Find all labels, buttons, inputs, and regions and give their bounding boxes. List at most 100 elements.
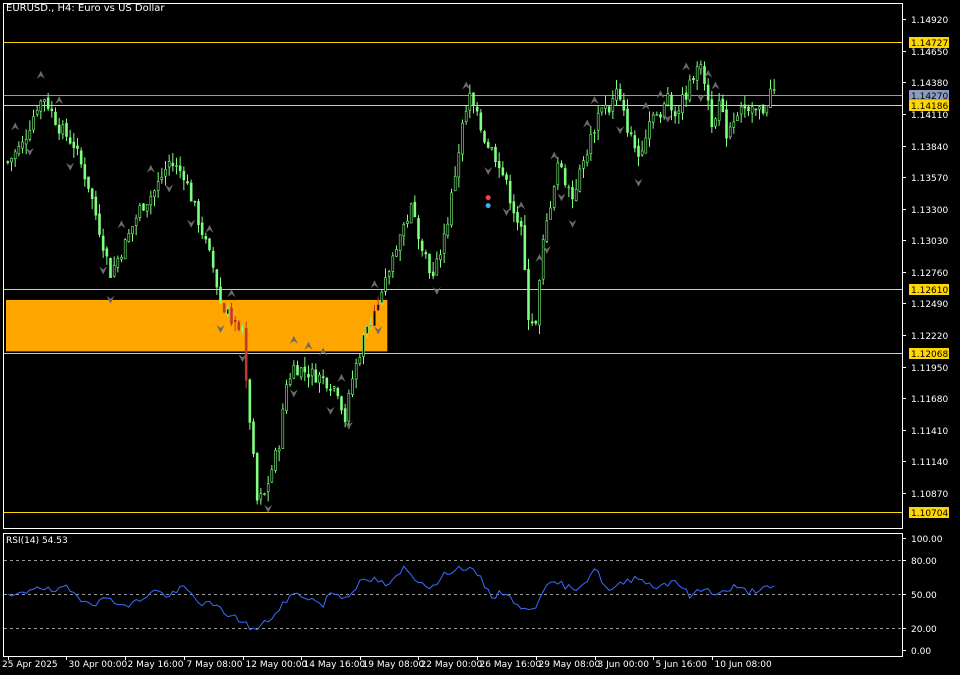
fractal-up-arrow-icon	[517, 201, 526, 210]
candle-body	[145, 204, 149, 212]
fractal-up-arrow-icon	[11, 122, 20, 131]
candle-body	[640, 150, 644, 156]
arrow-layer	[11, 62, 720, 513]
candle-body	[369, 325, 373, 327]
candle-body	[186, 181, 189, 184]
candle-body	[417, 218, 420, 240]
fractal-up-arrow-icon	[227, 289, 236, 298]
candle-body	[439, 254, 442, 260]
candle-body	[109, 258, 112, 278]
supply-demand-zone	[6, 299, 388, 352]
candle-body	[105, 248, 109, 257]
price-tick-label: 1.12490	[911, 300, 948, 310]
candle-body	[39, 100, 43, 112]
fractal-down-arrow-icon	[432, 286, 441, 295]
candle-body	[50, 108, 54, 112]
candle-body	[505, 174, 508, 180]
candle-body	[611, 98, 615, 112]
candle-body	[83, 164, 87, 180]
candle-body	[376, 304, 380, 311]
candle-body	[673, 111, 677, 117]
candle-body	[560, 163, 563, 168]
candle-body	[534, 320, 538, 324]
candle-body	[362, 334, 365, 357]
candle-body	[651, 114, 655, 123]
rsi-layer	[4, 560, 902, 631]
time-tick-label: 12 May 00:00	[246, 660, 308, 670]
candle-body	[79, 150, 83, 165]
candle-body	[395, 249, 398, 257]
candle-body	[35, 110, 39, 115]
candle-body	[380, 291, 384, 304]
candle-body	[772, 89, 776, 91]
candle-body	[692, 77, 695, 81]
candle-body	[563, 168, 567, 186]
candle-body	[684, 92, 688, 100]
candle-body	[149, 196, 153, 206]
trade-marker-icon[interactable]	[485, 195, 491, 209]
candle-body	[373, 310, 376, 326]
price-tick-label: 1.13030	[911, 237, 948, 247]
candle-body	[512, 201, 516, 214]
candle-body	[13, 151, 17, 160]
fractal-down-arrow-icon	[326, 406, 335, 415]
candle-body	[681, 94, 684, 114]
candle-body	[61, 124, 65, 135]
fractal-down-arrow-icon	[502, 208, 511, 217]
candle-body	[622, 99, 626, 111]
candle-body	[76, 145, 79, 149]
candle-body	[244, 327, 248, 381]
candle-body	[292, 365, 296, 379]
candle-body	[725, 109, 728, 139]
candle-body	[123, 239, 127, 260]
price-axis: 1.14920 1.14650 1.14380 1.14110 1.13840 1.135…	[902, 16, 948, 500]
chart-title: EURUSD., H4: Euro vs US Dollar	[6, 3, 165, 14]
time-tick-label: 10 Jun 08:00	[715, 660, 772, 670]
candle-body	[90, 188, 94, 200]
candle-body	[593, 132, 596, 134]
candle-body	[519, 221, 523, 227]
candle-body	[182, 170, 186, 181]
candle-body	[413, 201, 417, 218]
candle-body	[677, 110, 681, 114]
time-tick-label: 5 Jun 16:00	[656, 660, 708, 670]
candle-body	[600, 107, 604, 113]
candle-body	[358, 357, 362, 364]
candle-body	[501, 167, 505, 176]
candle-body	[28, 130, 32, 140]
candle-body	[365, 326, 369, 334]
candle-body	[248, 379, 252, 423]
main-chart[interactable]: 1.14920 1.14650 1.14380 1.14110 1.13840 1.135…	[0, 0, 960, 675]
candle-body	[538, 280, 541, 326]
candle-body	[200, 222, 204, 236]
candle-body	[384, 277, 387, 292]
candle-body	[618, 89, 622, 100]
candle-body	[472, 92, 475, 106]
candle-body	[252, 421, 255, 454]
candle-body	[299, 367, 303, 378]
candle-body	[112, 264, 116, 277]
candle-body	[98, 213, 101, 235]
candle-body	[688, 79, 692, 101]
candle-body	[197, 201, 200, 226]
candle-body	[175, 165, 178, 167]
candle-body	[120, 256, 123, 260]
candle-body	[171, 162, 175, 166]
candle-body	[571, 187, 574, 200]
level-tag-label-2: 1.14186	[911, 102, 948, 112]
candle-body	[343, 408, 347, 423]
candle-body	[72, 141, 76, 148]
rsi-axis: 100.00 80.00 50.00 20.00 0.00	[902, 535, 943, 657]
candle-body	[659, 114, 662, 118]
price-tick-label: 1.13300	[911, 206, 948, 216]
price-tick-label: 1.13570	[911, 174, 948, 184]
price-tick-label: 1.11950	[911, 364, 948, 374]
fractal-down-arrow-icon	[568, 219, 577, 228]
candle-body	[142, 203, 145, 211]
time-tick-label: 26 May 16:00	[480, 660, 542, 670]
price-tick-label: 1.14110	[911, 111, 948, 121]
candle-body	[160, 176, 164, 180]
candle-body	[655, 114, 659, 116]
candle-body	[263, 493, 266, 496]
candle-body	[567, 186, 571, 189]
